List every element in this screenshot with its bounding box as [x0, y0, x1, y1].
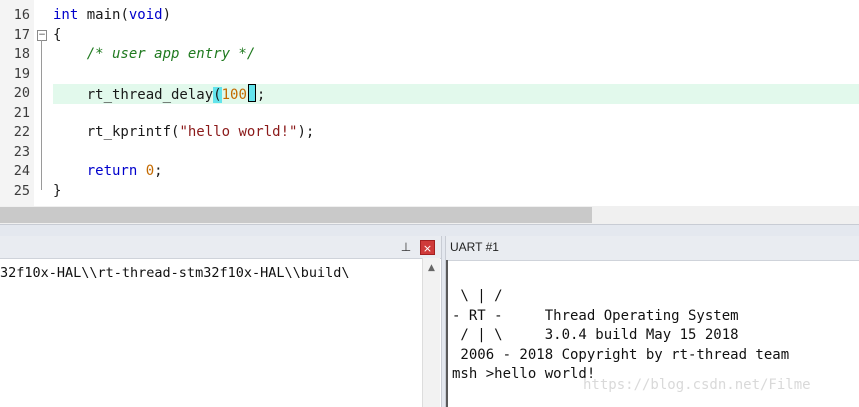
- code-token: ;: [154, 163, 163, 179]
- code-line-23[interactable]: 23: [0, 143, 859, 163]
- code-line-16[interactable]: 16 int main(void): [0, 6, 859, 26]
- uart-header: UART #1: [446, 236, 859, 261]
- code-text[interactable]: return 0;: [53, 162, 163, 182]
- code-line-18[interactable]: 18 /* user app entry */: [0, 45, 859, 65]
- line-number: 16: [13, 7, 30, 23]
- line-number: 18: [13, 46, 30, 62]
- build-output-text[interactable]: 32f10x-HAL\\rt-thread-stm32f10x-HAL\\bui…: [0, 264, 418, 282]
- function-token: rt_thread_delay: [53, 87, 214, 103]
- uart-prompt-line: msh >hello world!: [452, 366, 596, 382]
- function-token: rt_kprintf(: [53, 124, 180, 140]
- matched-paren: (: [213, 87, 222, 103]
- uart-line: - RT - Thread Operating System: [452, 307, 739, 324]
- code-line-24[interactable]: 24 return 0;: [0, 162, 859, 182]
- uart-line: \ | /: [452, 288, 503, 304]
- code-line-17[interactable]: 17 − {: [0, 26, 859, 46]
- comment-text[interactable]: /* user app entry */: [53, 45, 256, 65]
- number-token: 100: [221, 87, 247, 103]
- code-line-25[interactable]: 25 }: [0, 182, 859, 202]
- line-number: 20: [13, 85, 30, 101]
- code-text[interactable]: {: [53, 26, 61, 46]
- code-token: ;: [256, 87, 266, 103]
- code-token: main(: [78, 7, 129, 23]
- number-token: 0: [145, 163, 155, 179]
- editor-scrollbar-thumb[interactable]: [0, 207, 592, 223]
- close-panel-button[interactable]: ×: [420, 240, 435, 255]
- pin-icon[interactable]: ⊥: [398, 239, 414, 255]
- string-token: "hello world!": [179, 124, 298, 140]
- line-number: 24: [13, 163, 30, 179]
- code-text[interactable]: rt_thread_delay(100;: [53, 84, 265, 106]
- build-output-vertical-scrollbar[interactable]: ▲: [422, 258, 440, 407]
- code-text[interactable]: int main(void): [53, 6, 171, 26]
- code-token: ): [162, 7, 172, 23]
- code-line-19[interactable]: 19: [0, 65, 859, 85]
- uart-line: / | \ 3.0.4 build May 15 2018: [452, 327, 739, 343]
- build-output-panel: ⊥ × 32f10x-HAL\\rt-thread-stm32f10x-HAL\…: [0, 236, 441, 407]
- code-line-22[interactable]: 22 rt_kprintf("hello world!");: [0, 123, 859, 143]
- line-number: 22: [13, 124, 30, 140]
- line-number: 19: [13, 65, 30, 82]
- code-text[interactable]: }: [53, 182, 61, 202]
- watermark-text: https://blog.csdn.net/Filme: [583, 377, 811, 393]
- code-text[interactable]: rt_kprintf("hello world!");: [53, 123, 315, 143]
- line-number: 25: [13, 182, 30, 199]
- line-number: 17: [13, 26, 30, 43]
- fold-collapse-icon[interactable]: −: [37, 29, 47, 41]
- code-line-21[interactable]: 21: [0, 104, 859, 124]
- keyword-token: void: [128, 7, 163, 23]
- line-number: 23: [13, 143, 30, 160]
- keyword-token: int: [53, 7, 79, 23]
- code-editor[interactable]: 16 int main(void) 17 − { 18 /* user app …: [0, 0, 859, 206]
- line-number: 21: [13, 104, 30, 121]
- code-line-20-current[interactable]: 20 rt_thread_delay(100;: [0, 84, 859, 104]
- uart-line: 2006 - 2018 Copyright by rt-thread team: [452, 346, 790, 363]
- build-output-header: ⊥ ×: [0, 236, 441, 259]
- code-token: );: [297, 124, 315, 140]
- uart-title: UART #1: [450, 240, 499, 254]
- scroll-up-arrow-icon[interactable]: ▲: [423, 263, 440, 273]
- keyword-token: return: [53, 163, 138, 179]
- text-cursor: [247, 84, 256, 102]
